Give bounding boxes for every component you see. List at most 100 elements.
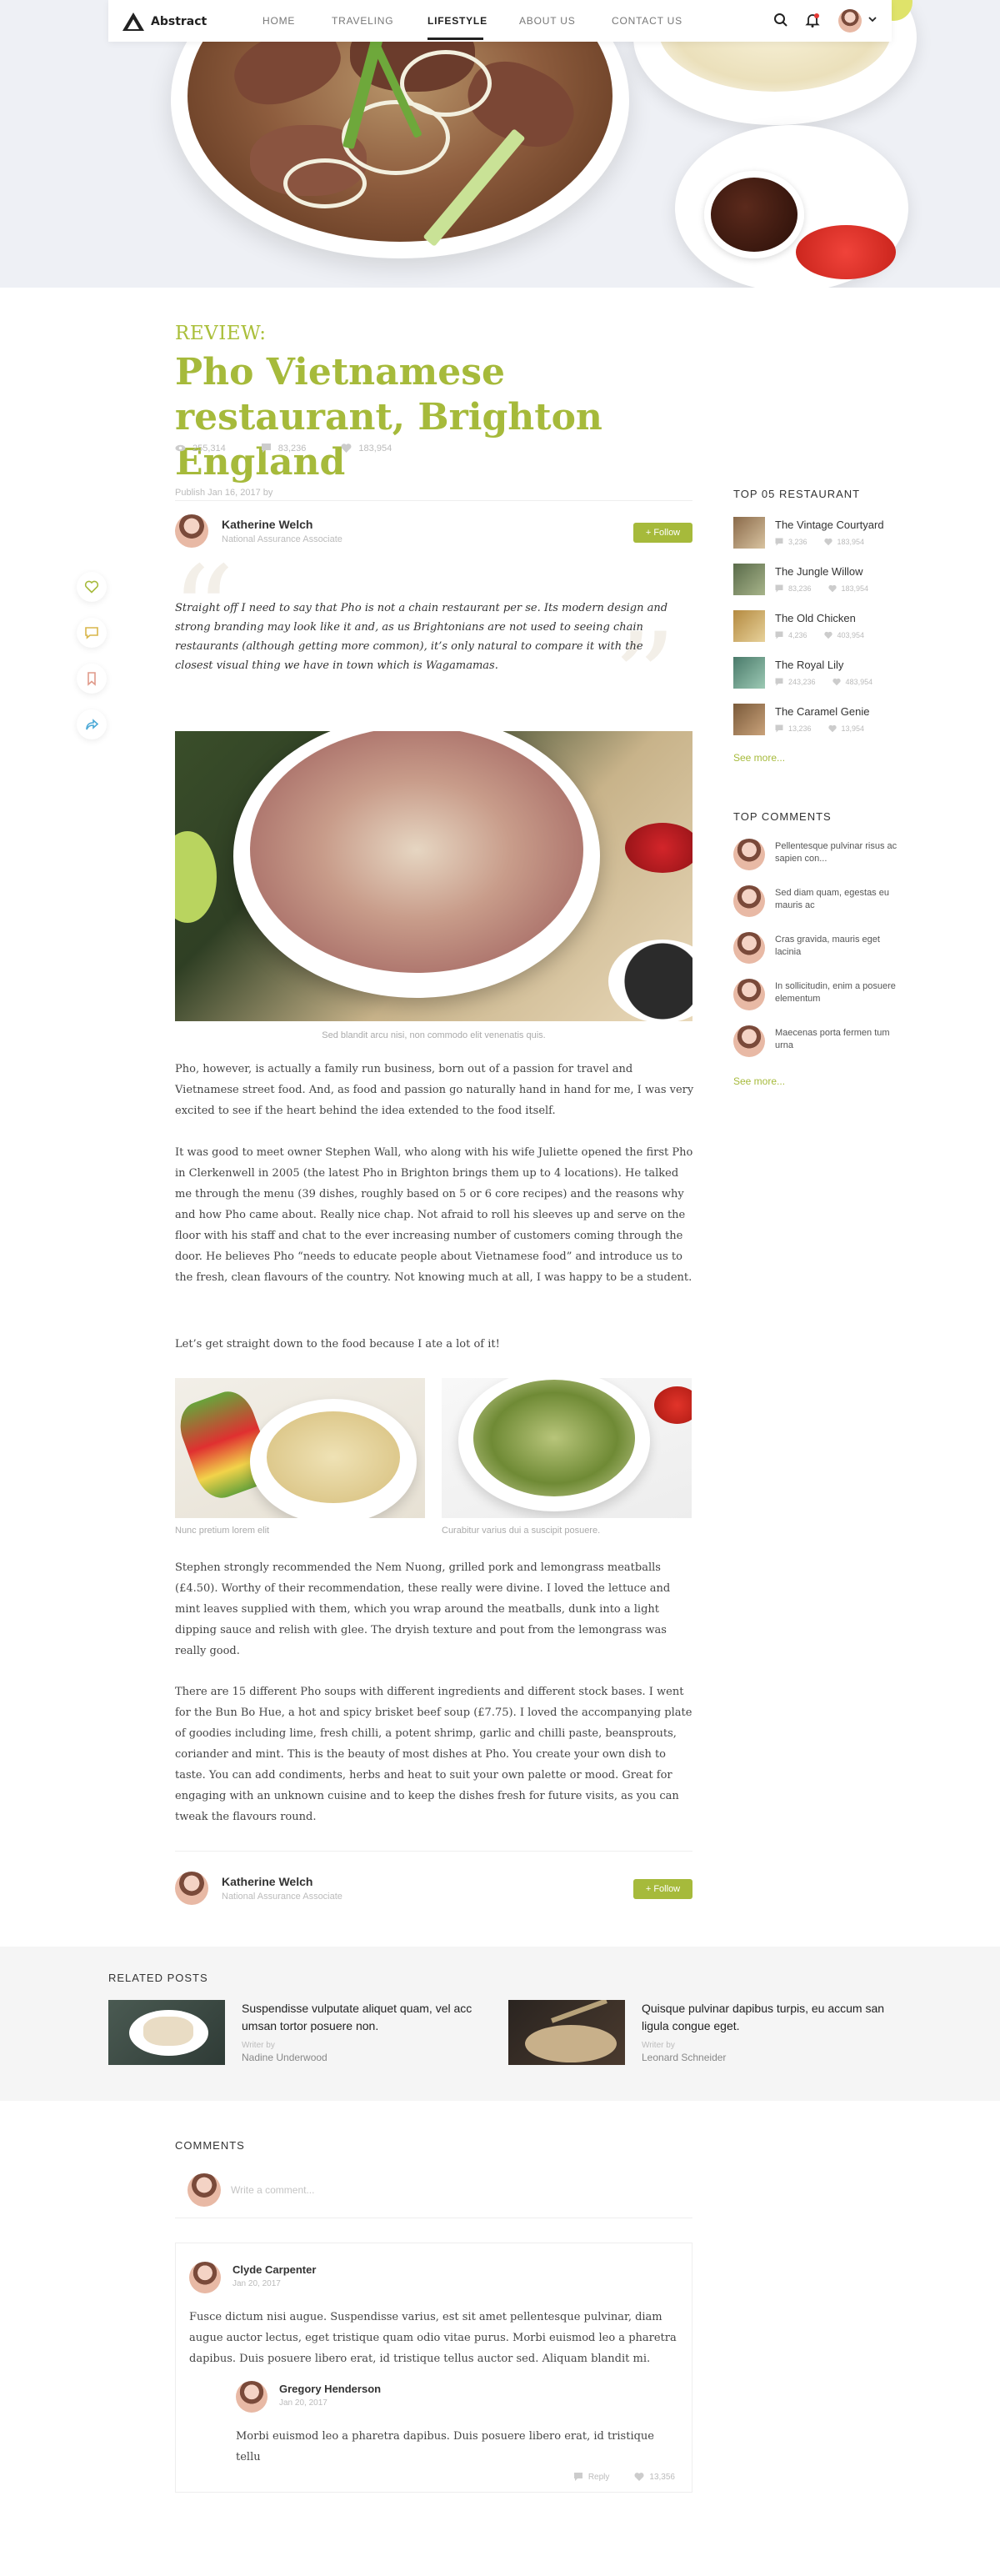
nav-lifestyle[interactable]: LIFESTYLE — [428, 15, 488, 27]
comment-input[interactable] — [231, 2178, 706, 2203]
restaurant-item[interactable]: The Vintage Courtyard 3,236 183,954 — [733, 517, 884, 549]
restaurant-comments: 83,236 — [775, 584, 812, 593]
restaurant-item[interactable]: The Royal Lily 243,236 483,954 — [733, 657, 872, 689]
restaurant-thumbnail[interactable] — [733, 704, 765, 735]
related-post-title[interactable]: Quisque pulvinar dapibus turpis, eu accu… — [642, 2000, 900, 2035]
heart-icon — [828, 724, 837, 733]
nav-about-us[interactable]: ABOUT US — [519, 15, 576, 27]
restaurant-name[interactable]: The Vintage Courtyard — [775, 519, 884, 531]
top-comment-text[interactable]: Pellentesque pulvinar risus ac sapien co… — [775, 840, 900, 870]
top-comment-item[interactable]: Sed diam quam, egestas eu mauris ac — [733, 885, 900, 917]
commenter-name[interactable]: Gregory Henderson — [279, 2383, 381, 2395]
commenter-avatar[interactable] — [733, 839, 765, 870]
restaurant-comments-count: 13,236 — [788, 724, 812, 733]
related-post-thumbnail[interactable] — [508, 2000, 625, 2065]
main-article-image — [175, 731, 692, 1021]
top-comment-text[interactable]: Sed diam quam, egestas eu mauris ac — [775, 887, 900, 917]
chevron-down-icon[interactable] — [867, 13, 878, 25]
related-post-author[interactable]: Nadine Underwood — [242, 2052, 500, 2063]
commenter-name[interactable]: Clyde Carpenter — [232, 2263, 316, 2276]
restaurant-likes: 403,954 — [823, 631, 864, 639]
related-posts-section: RELATED POSTS Suspendisse vulputate aliq… — [0, 1947, 1000, 2101]
top-comment-text[interactable]: In sollicitudin, enim a posuere elementu… — [775, 980, 900, 1010]
current-user-avatar — [188, 2173, 221, 2207]
related-post-title[interactable]: Suspendisse vulputate aliquet quam, vel … — [242, 2000, 500, 2035]
comment-like-count: 13,356 — [649, 2472, 675, 2482]
restaurant-item[interactable]: The Old Chicken 4,236 403,954 — [733, 610, 864, 642]
restaurant-thumbnail[interactable] — [733, 610, 765, 642]
restaurant-item[interactable]: The Caramel Genie 13,236 13,954 — [733, 704, 869, 735]
restaurant-likes-count: 483,954 — [845, 678, 873, 686]
top-comment-item[interactable]: In sollicitudin, enim a posuere elementu… — [733, 979, 900, 1010]
logo[interactable]: Abstract — [122, 12, 207, 32]
top-comment-item[interactable]: Cras gravida, mauris eget lacinia — [733, 932, 900, 964]
author-block-bottom: Katherine Welch National Assurance Assoc… — [175, 1872, 342, 1905]
author-name[interactable]: Katherine Welch — [222, 518, 342, 531]
comment-button[interactable] — [77, 618, 107, 648]
author-avatar[interactable] — [175, 1872, 208, 1905]
article-stats: 255,314 83,236 183,954 — [175, 443, 392, 454]
top-comment-item[interactable]: Maecenas porta fermen tum urna — [733, 1025, 900, 1057]
follow-button[interactable]: + Follow — [633, 523, 692, 543]
related-post[interactable]: Quisque pulvinar dapibus turpis, eu accu… — [508, 2000, 900, 2065]
article-image-b — [442, 1378, 692, 1518]
restaurant-thumbnail[interactable] — [733, 564, 765, 595]
restaurant-thumbnail[interactable] — [733, 517, 765, 549]
restaurant-name[interactable]: The Royal Lily — [775, 659, 872, 671]
comment-icon — [775, 631, 783, 639]
nav-contact-us[interactable]: CONTACT US — [612, 15, 682, 27]
bookmark-button[interactable] — [77, 664, 107, 694]
comment-icon — [775, 538, 783, 546]
reply-button[interactable]: Reply — [573, 2472, 610, 2482]
article-eyebrow: REVIEW: — [175, 323, 267, 344]
restaurant-comments-count: 83,236 — [788, 584, 812, 593]
comment-thread: Clyde Carpenter Jan 20, 2017 Fusce dictu… — [175, 2243, 692, 2493]
bookmark-icon — [88, 672, 96, 686]
commenter-avatar[interactable] — [733, 979, 765, 1010]
heart-icon — [828, 584, 837, 593]
pull-quote: Straight off I need to say that Pho is n… — [175, 602, 668, 672]
commenter-avatar[interactable] — [733, 1025, 765, 1057]
commenter-avatar[interactable] — [236, 2381, 268, 2413]
commenter-avatar[interactable] — [733, 932, 765, 964]
commenter-avatar[interactable] — [733, 885, 765, 917]
heart-icon — [84, 580, 99, 594]
restaurant-thumbnail[interactable] — [733, 657, 765, 689]
author-name[interactable]: Katherine Welch — [222, 1875, 342, 1888]
related-post-author[interactable]: Leonard Schneider — [642, 2052, 900, 2063]
related-post[interactable]: Suspendisse vulputate aliquet quam, vel … — [108, 2000, 500, 2065]
restaurant-name[interactable]: The Jungle Willow — [775, 565, 868, 578]
restaurant-comments-count: 243,236 — [788, 678, 816, 686]
heart-icon — [341, 444, 352, 453]
follow-button[interactable]: + Follow — [633, 1879, 692, 1899]
comment-like-button[interactable]: 13,356 — [634, 2472, 675, 2482]
top-comment-text[interactable]: Maecenas porta fermen tum urna — [775, 1027, 900, 1057]
restaurants-see-more-link[interactable]: See more... — [733, 752, 785, 764]
share-button[interactable] — [77, 709, 107, 739]
nav-home[interactable]: HOME — [262, 15, 295, 27]
nav-active-indicator — [428, 38, 483, 40]
related-post-thumbnail[interactable] — [108, 2000, 225, 2065]
page: Abstract HOME TRAVELING LIFESTYLE ABOUT … — [0, 0, 1000, 2576]
bell-icon[interactable] — [804, 12, 821, 28]
reply-label: Reply — [588, 2472, 610, 2482]
top-comment-item[interactable]: Pellentesque pulvinar risus ac sapien co… — [733, 839, 900, 870]
restaurant-name[interactable]: The Old Chicken — [775, 612, 864, 624]
top-comment-text[interactable]: Cras gravida, mauris eget lacinia — [775, 934, 900, 964]
restaurant-likes-count: 183,954 — [837, 538, 865, 546]
restaurant-comments-count: 4,236 — [788, 631, 808, 639]
user-avatar[interactable] — [838, 9, 862, 33]
nav-traveling[interactable]: TRAVELING — [332, 15, 393, 27]
restaurant-name[interactable]: The Caramel Genie — [775, 705, 869, 718]
like-button[interactable] — [77, 572, 107, 602]
restaurant-item[interactable]: The Jungle Willow 83,236 183,954 — [733, 564, 868, 595]
comment-composer — [188, 2173, 706, 2207]
search-icon[interactable] — [772, 12, 789, 28]
restaurant-comments: 3,236 — [775, 538, 808, 546]
comment-icon — [261, 444, 271, 453]
comments-see-more-link[interactable]: See more... — [733, 1075, 785, 1087]
heart-icon — [634, 2473, 644, 2481]
commenter-avatar[interactable] — [189, 2262, 221, 2293]
top-nav: Abstract HOME TRAVELING LIFESTYLE ABOUT … — [108, 0, 892, 42]
top-restaurants-title: TOP 05 RESTAURANT — [733, 488, 861, 500]
